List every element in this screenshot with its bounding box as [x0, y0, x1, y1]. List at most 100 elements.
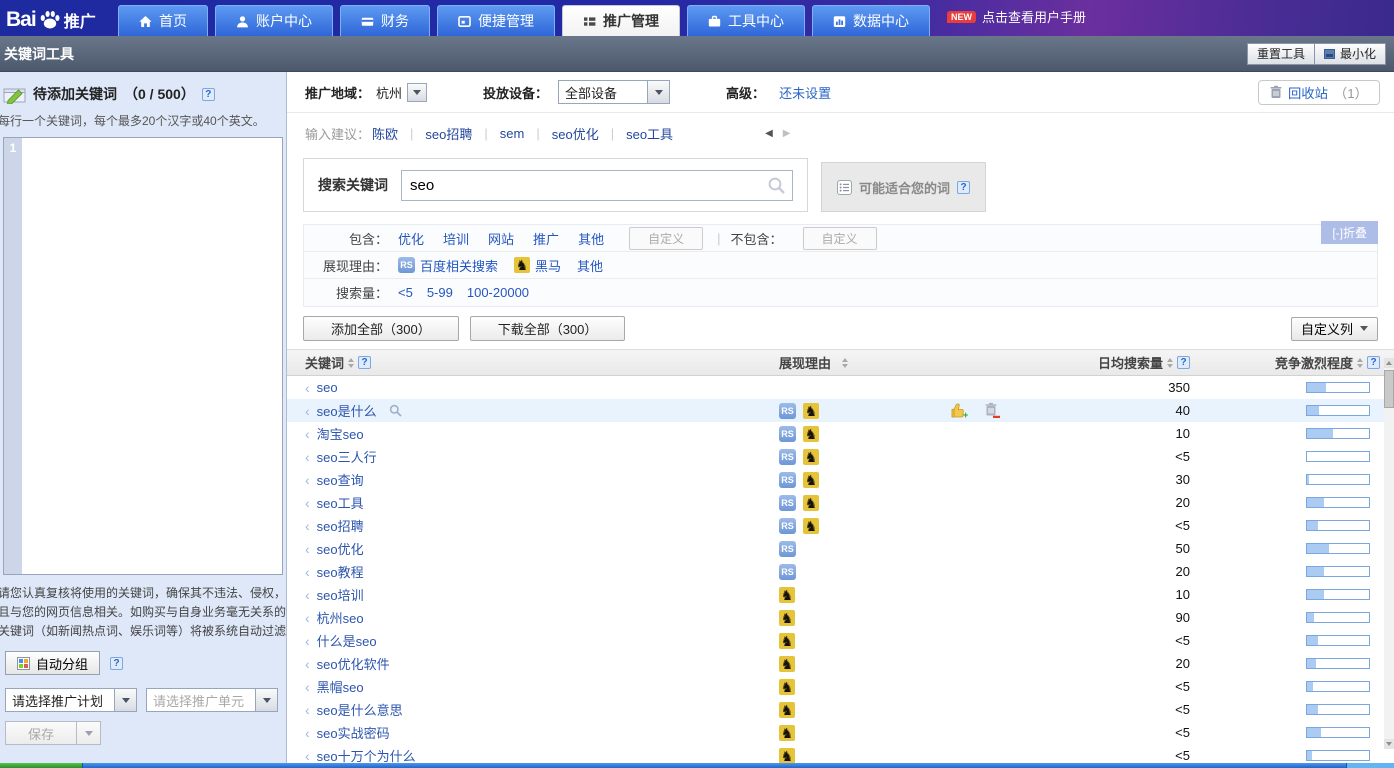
keywords-textarea[interactable]: [22, 138, 282, 574]
keyword-link[interactable]: seo三人行: [317, 447, 377, 466]
keyword-link[interactable]: seo是什么意思: [317, 700, 403, 719]
keyword-link[interactable]: seo工具: [317, 493, 364, 512]
sort-reason[interactable]: [842, 358, 848, 368]
sort-competition[interactable]: [1357, 358, 1363, 368]
keyword-link[interactable]: seo优化软件: [317, 654, 390, 673]
keyword-link[interactable]: seo招聘: [317, 516, 364, 535]
volume-filter-link[interactable]: 100-20000: [467, 285, 529, 300]
scrollbar-thumb[interactable]: [1384, 370, 1394, 408]
unit-select[interactable]: 请选择推广单元: [146, 688, 278, 712]
tab-home[interactable]: 首页: [118, 5, 208, 36]
keyword-link[interactable]: seo优化: [317, 539, 364, 558]
add-keyword-chevron-icon[interactable]: ‹: [305, 748, 310, 764]
add-keyword-chevron-icon[interactable]: ‹: [305, 725, 310, 741]
include-custom-button[interactable]: 自定义: [629, 227, 703, 250]
device-select[interactable]: 全部设备: [558, 80, 670, 104]
include-filter-link[interactable]: 推广: [533, 229, 559, 248]
search-icon[interactable]: [389, 404, 402, 417]
chevron-down-icon[interactable]: [647, 81, 669, 103]
help-icon[interactable]: ?: [358, 356, 371, 369]
tab-tools[interactable]: 工具中心: [687, 5, 805, 36]
save-dropdown-button[interactable]: [77, 721, 101, 745]
pager-prev-icon[interactable]: ◀: [765, 128, 773, 139]
keyword-link[interactable]: 什么是seo: [317, 631, 377, 650]
tab-quick[interactable]: 便捷管理: [437, 5, 555, 36]
suggestion-link[interactable]: seo招聘: [425, 124, 472, 143]
scroll-down-icon[interactable]: [1384, 739, 1394, 749]
taskbar-start[interactable]: [0, 763, 82, 768]
help-icon[interactable]: ?: [1367, 356, 1380, 369]
other-filter-link[interactable]: 其他: [577, 256, 603, 275]
manual-link[interactable]: 点击查看用户手册: [982, 7, 1086, 26]
autogroup-button[interactable]: 自动分组: [5, 651, 100, 675]
sort-volume[interactable]: [1167, 358, 1173, 368]
add-keyword-chevron-icon[interactable]: ‹: [305, 403, 310, 419]
suggestion-link[interactable]: 陈欧: [372, 124, 398, 143]
add-keyword-chevron-icon[interactable]: ‹: [305, 380, 310, 396]
add-keyword-chevron-icon[interactable]: ‹: [305, 564, 310, 580]
scroll-up-icon[interactable]: [1384, 358, 1394, 368]
thumbs-up-add-icon[interactable]: +: [949, 402, 969, 419]
suggestion-link[interactable]: sem: [500, 126, 525, 141]
region-dropdown-button[interactable]: [407, 83, 427, 102]
tab-promotion[interactable]: 推广管理: [562, 5, 680, 36]
tab-account[interactable]: 账户中心: [215, 5, 333, 36]
chevron-down-icon[interactable]: [255, 689, 277, 711]
suggestion-link[interactable]: seo工具: [626, 124, 673, 143]
chevron-down-icon[interactable]: [114, 689, 136, 711]
sort-keyword[interactable]: [348, 358, 354, 368]
suggestion-link[interactable]: seo优化: [552, 124, 599, 143]
add-keyword-chevron-icon[interactable]: ‹: [305, 495, 310, 511]
add-keyword-chevron-icon[interactable]: ‹: [305, 656, 310, 672]
custom-columns-button[interactable]: 自定义列: [1291, 317, 1378, 341]
rs-filter-link[interactable]: 百度相关搜索: [420, 256, 498, 275]
add-keyword-chevron-icon[interactable]: ‹: [305, 633, 310, 649]
add-keyword-chevron-icon[interactable]: ‹: [305, 472, 310, 488]
keyword-link[interactable]: seo十万个为什么: [317, 746, 416, 763]
recycle-bin-button[interactable]: 回收站 （1）: [1258, 80, 1380, 105]
dark-horse-filter-link[interactable]: 黑马: [535, 256, 561, 275]
add-keyword-chevron-icon[interactable]: ‹: [305, 610, 310, 626]
add-keyword-chevron-icon[interactable]: ‹: [305, 518, 310, 534]
keyword-link[interactable]: seo培训: [317, 585, 364, 604]
help-icon[interactable]: ?: [957, 181, 970, 194]
add-all-button[interactable]: 添加全部（300）: [303, 316, 459, 341]
tab-finance[interactable]: 财务: [340, 5, 430, 36]
delete-trash-icon[interactable]: [983, 402, 1001, 419]
keyword-link[interactable]: 淘宝seo: [317, 424, 364, 443]
keyword-link[interactable]: 黑帽seo: [317, 677, 364, 696]
add-keyword-chevron-icon[interactable]: ‹: [305, 541, 310, 557]
help-icon[interactable]: ?: [202, 88, 215, 101]
pager-next-icon[interactable]: ▶: [783, 128, 791, 139]
add-keyword-chevron-icon[interactable]: ‹: [305, 702, 310, 718]
include-filter-link[interactable]: 培训: [443, 229, 469, 248]
download-all-button[interactable]: 下载全部（300）: [470, 316, 626, 341]
include-filter-link[interactable]: 网站: [488, 229, 514, 248]
suitable-words-tab[interactable]: 可能适合您的词 ?: [821, 162, 986, 212]
save-button[interactable]: 保存: [5, 721, 77, 745]
keyword-link[interactable]: seo教程: [317, 562, 364, 581]
table-scrollbar[interactable]: [1384, 358, 1394, 749]
keyword-link[interactable]: seo是什么: [317, 401, 377, 420]
keyword-link[interactable]: 杭州seo: [317, 608, 364, 627]
keyword-link[interactable]: seo: [317, 380, 338, 395]
collapse-toggle[interactable]: [-]折叠: [1321, 221, 1378, 244]
baidu-logo[interactable]: Bai 推广: [0, 8, 118, 36]
volume-filter-link[interactable]: 5-99: [427, 285, 453, 300]
exclude-custom-button[interactable]: 自定义: [803, 227, 877, 250]
keyword-link[interactable]: seo实战密码: [317, 723, 390, 742]
add-keyword-chevron-icon[interactable]: ‹: [305, 449, 310, 465]
include-filter-link[interactable]: 其他: [578, 229, 604, 248]
add-keyword-chevron-icon[interactable]: ‹: [305, 587, 310, 603]
search-icon[interactable]: [767, 176, 786, 198]
plan-select[interactable]: 请选择推广计划: [5, 688, 137, 712]
help-icon[interactable]: ?: [110, 657, 123, 670]
volume-filter-link[interactable]: <5: [398, 285, 413, 300]
add-keyword-chevron-icon[interactable]: ‹: [305, 426, 310, 442]
keyword-link[interactable]: seo查询: [317, 470, 364, 489]
search-input[interactable]: [401, 170, 793, 201]
reset-tool-button[interactable]: 重置工具: [1247, 43, 1315, 65]
include-filter-link[interactable]: 优化: [398, 229, 424, 248]
advanced-not-set-link[interactable]: 还未设置: [779, 83, 831, 102]
minimize-button[interactable]: 最小化: [1315, 43, 1386, 65]
